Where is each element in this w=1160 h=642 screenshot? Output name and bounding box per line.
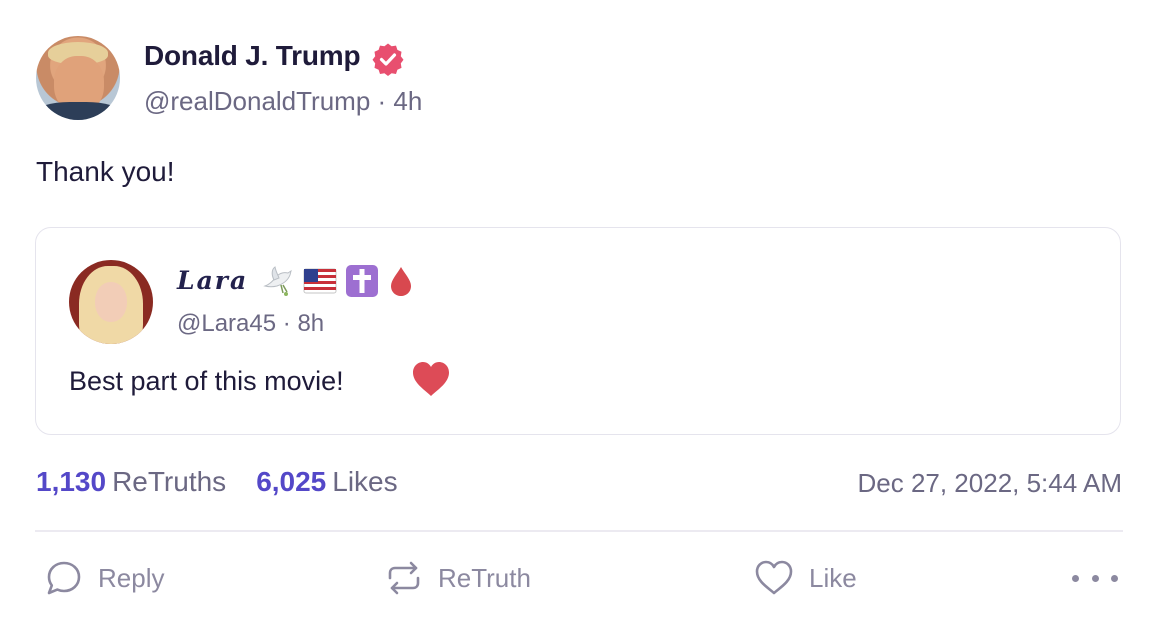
separator-dot: · xyxy=(377,86,394,116)
like-label: Like xyxy=(809,562,857,593)
quoted-author-handle-line: @Lara45 · 8h xyxy=(177,310,324,338)
more-dot-icon xyxy=(1072,574,1079,582)
divider xyxy=(35,530,1123,532)
post-body: Thank you! xyxy=(36,156,175,187)
post-relative-time: 4h xyxy=(393,86,423,116)
retruths-count[interactable]: 1,130 xyxy=(36,466,106,498)
avatar-face xyxy=(95,282,127,322)
retruths-label[interactable]: ReTruths xyxy=(112,466,226,498)
retruth-label: ReTruth xyxy=(438,562,531,593)
more-dot-icon xyxy=(1111,574,1118,582)
reply-label: Reply xyxy=(98,562,165,593)
red-heart-icon xyxy=(413,362,449,396)
verified-badge-icon xyxy=(372,43,404,76)
more-dot-icon xyxy=(1091,574,1099,582)
quoted-author-handle[interactable]: @Lara45 xyxy=(177,310,276,337)
blood-drop-icon xyxy=(391,267,411,296)
post-timestamp: Dec 27, 2022, 5:44 AM xyxy=(857,468,1122,498)
retruth-icon xyxy=(388,561,420,595)
author-handle[interactable]: @realDonaldTrump xyxy=(144,86,370,116)
us-flag-icon xyxy=(303,268,337,294)
engagement-stats: 1,130 ReTruths 6,025 Likes xyxy=(36,466,398,498)
author-handle-line: @realDonaldTrump · 4h xyxy=(144,86,422,117)
cross-icon xyxy=(346,265,378,297)
quoted-post[interactable]: Lara @Lara45 · 8h Best part of this movi… xyxy=(35,227,1121,435)
like-button[interactable]: Like xyxy=(753,556,857,600)
likes-count[interactable]: 6,025 xyxy=(256,466,326,498)
quoted-author-name[interactable]: Lara xyxy=(177,266,248,295)
separator-dot: · xyxy=(282,310,298,337)
quoted-post-body: Best part of this movie! xyxy=(69,366,344,396)
likes-label[interactable]: Likes xyxy=(332,466,397,498)
reply-icon xyxy=(47,561,81,595)
quoted-author-emojis xyxy=(261,264,415,298)
author-name[interactable]: Donald J. Trump xyxy=(144,40,361,72)
quoted-post-relative-time: 8h xyxy=(297,310,325,337)
stats-gap xyxy=(232,466,250,498)
dove-icon xyxy=(263,266,292,296)
quoted-author-avatar[interactable] xyxy=(69,260,153,344)
retruth-button[interactable]: ReTruth xyxy=(384,556,531,600)
avatar-suit xyxy=(36,102,120,120)
heart-outline-icon xyxy=(755,560,793,595)
more-options-button[interactable] xyxy=(1072,566,1118,590)
post-card: Donald J. Trump @realDonaldTrump · 4h Th… xyxy=(0,0,1160,642)
author-avatar[interactable] xyxy=(36,36,120,120)
reply-button[interactable]: Reply xyxy=(44,556,164,600)
